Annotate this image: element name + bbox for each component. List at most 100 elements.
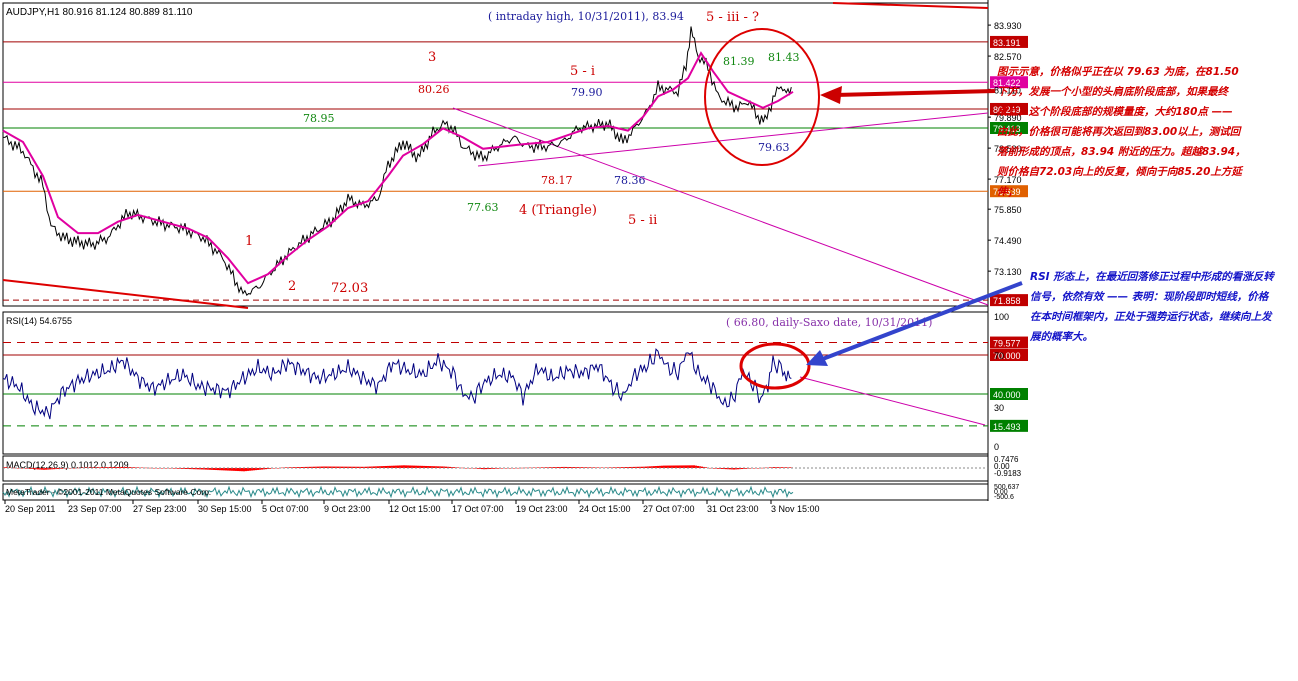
macd-bar bbox=[673, 465, 675, 468]
macd-bar bbox=[17, 468, 19, 469]
wave-5-i-label: 5 - i bbox=[570, 64, 595, 79]
macd-bar bbox=[341, 466, 343, 468]
macd-bar bbox=[541, 467, 543, 468]
wave-5-iii-label: 5 - iii - ? bbox=[706, 10, 759, 25]
main-commentary: 图示示意，价格似乎正在以 79.63 为底，在81.50 下方，发展一个小型的头… bbox=[997, 62, 1289, 202]
macd-bar bbox=[153, 467, 155, 469]
rsi-label: RSI(14) 54.6755 bbox=[6, 316, 72, 326]
macd-bar bbox=[209, 468, 211, 470]
macd-bar bbox=[313, 466, 315, 468]
time-tick-label: 27 Sep 23:00 bbox=[133, 504, 187, 514]
macd-bar bbox=[737, 468, 739, 470]
macd-bar bbox=[465, 467, 467, 469]
note-line: 展的概率大。 bbox=[1030, 331, 1093, 343]
macd-bar bbox=[417, 465, 419, 468]
price-80-26-label: 80.26 bbox=[418, 83, 450, 96]
macd-bar bbox=[129, 467, 131, 468]
macd-bar bbox=[9, 467, 11, 469]
macd-bar bbox=[721, 468, 723, 469]
macd-bar bbox=[405, 465, 407, 468]
price-tick-label: 82.570 bbox=[994, 52, 1022, 62]
macd-bar bbox=[297, 467, 299, 468]
wave-5-ii-label: 5 - ii bbox=[628, 213, 657, 228]
macd-bar bbox=[613, 467, 615, 468]
macd-bar bbox=[221, 468, 223, 471]
price-78-36-label: 78.36 bbox=[614, 174, 646, 187]
macd-bar bbox=[569, 467, 571, 468]
macd-bar bbox=[517, 467, 519, 469]
macd-bar bbox=[121, 466, 123, 468]
note-line: 伸； bbox=[997, 186, 1018, 198]
time-tick-label: 27 Oct 07:00 bbox=[643, 504, 695, 514]
rsi-level-value: 79.577 bbox=[993, 339, 1021, 349]
macd-bar bbox=[621, 467, 623, 468]
macd-bar bbox=[317, 466, 319, 468]
macd-bar bbox=[193, 468, 195, 470]
time-tick-label: 19 Oct 23:00 bbox=[516, 504, 568, 514]
time-tick-label: 31 Oct 23:00 bbox=[707, 504, 759, 514]
macd-bar bbox=[125, 466, 127, 468]
macd-bar bbox=[553, 467, 555, 468]
macd-bar bbox=[561, 466, 563, 468]
macd-bar bbox=[509, 468, 511, 469]
moving-average bbox=[2, 51, 794, 285]
macd-bar bbox=[389, 465, 391, 468]
macd-bar bbox=[529, 467, 531, 469]
macd-bar bbox=[241, 468, 243, 472]
macd-bar bbox=[321, 466, 323, 468]
time-tick-label: 3 Nov 15:00 bbox=[771, 504, 820, 514]
macd-bar bbox=[433, 466, 435, 468]
macd-bar bbox=[697, 465, 699, 468]
macd-bar bbox=[353, 466, 355, 468]
macd-bar bbox=[645, 466, 647, 468]
macd-bar bbox=[177, 468, 179, 469]
macd-bar bbox=[605, 467, 607, 468]
macd-bar bbox=[53, 468, 55, 470]
macd-bar bbox=[361, 466, 363, 468]
wave-3-label: 3 bbox=[428, 50, 436, 65]
macd-bar bbox=[765, 467, 767, 469]
macd-bar bbox=[105, 467, 107, 468]
macd-bar bbox=[653, 466, 655, 468]
macd-bar bbox=[109, 467, 111, 468]
macd-bar bbox=[745, 468, 747, 469]
macd-bar bbox=[477, 468, 479, 469]
macd-bar bbox=[293, 467, 295, 468]
macd-bar bbox=[393, 465, 395, 468]
macd-bar bbox=[57, 468, 59, 469]
macd-bar bbox=[717, 468, 719, 469]
macd-bar bbox=[525, 467, 527, 469]
macd-bar bbox=[641, 466, 643, 468]
macd-bar bbox=[437, 466, 439, 468]
macd-bar bbox=[449, 466, 451, 468]
macd-bar bbox=[713, 468, 715, 469]
macd-bar bbox=[369, 466, 371, 468]
time-tick-label: 23 Sep 07:00 bbox=[68, 504, 122, 514]
macd-bar bbox=[577, 467, 579, 468]
macd-bar bbox=[501, 468, 503, 469]
note-line: 下方，发展一个小型的头肩底阶段底部，如果最终 bbox=[997, 86, 1228, 98]
macd-bar bbox=[65, 468, 67, 469]
macd-bar bbox=[281, 467, 283, 469]
red-arrow-head bbox=[820, 86, 842, 104]
note-line: RSI 形态上，在最近回落修正过程中形成的看涨反转 bbox=[1030, 271, 1274, 283]
rsi-level-value: 40.000 bbox=[993, 390, 1021, 400]
macd-bar bbox=[309, 466, 311, 468]
macd-bar bbox=[237, 468, 239, 472]
macd-bar bbox=[573, 467, 575, 468]
macd-bar bbox=[781, 467, 783, 468]
price-79-63-label: 79.63 bbox=[758, 141, 790, 154]
macd-bar bbox=[601, 467, 603, 468]
macd-bar bbox=[485, 468, 487, 470]
macd-bar bbox=[381, 466, 383, 468]
macd-bar bbox=[681, 465, 683, 468]
intraday-high-label: ( intraday high, 10/31/2011), 83.94 bbox=[488, 10, 684, 23]
macd-bar bbox=[565, 466, 567, 468]
price-78-95-label: 78.95 bbox=[303, 112, 335, 125]
macd-bar bbox=[113, 467, 115, 468]
macd-bar bbox=[13, 467, 15, 469]
macd-bar bbox=[77, 467, 79, 469]
macd-bar bbox=[597, 467, 599, 468]
macd-bar bbox=[229, 468, 231, 471]
macd-bar bbox=[249, 468, 251, 471]
